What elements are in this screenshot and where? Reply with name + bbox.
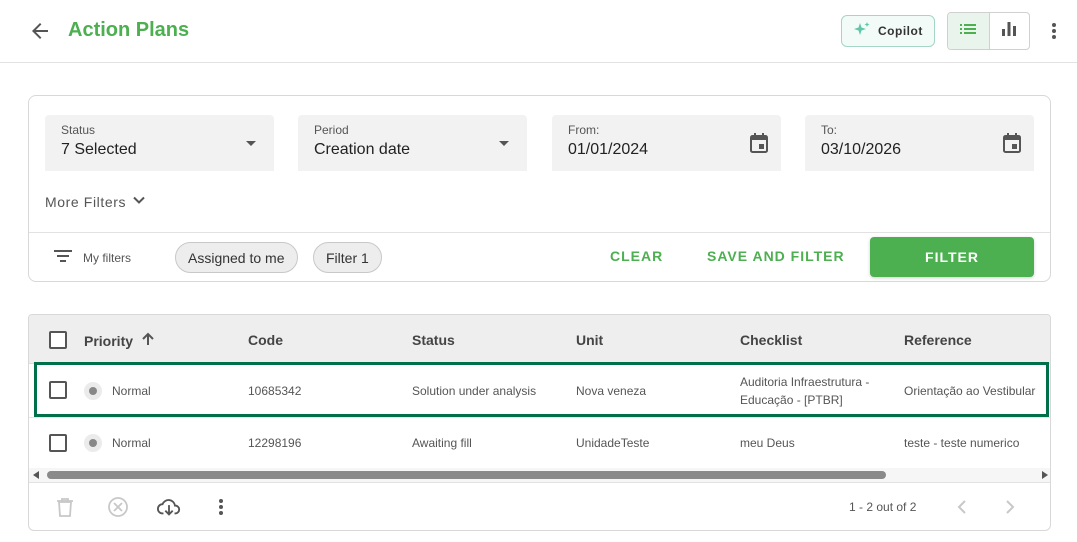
status-label: Status [61,123,96,137]
chip-filter-1[interactable]: Filter 1 [313,242,382,273]
cell-priority: Normal [112,384,151,398]
page-title: Action Plans [68,19,190,41]
cell-code: 10685342 [248,384,302,398]
dropdown-caret-icon [246,141,256,146]
cell-priority: Normal [112,436,151,450]
dropdown-caret-icon [499,141,509,146]
priority-dot-icon [84,382,102,400]
cell-unit: Nova veneza [576,384,647,398]
list-icon [958,19,978,44]
chevron-down-icon [132,193,146,210]
copilot-label: Copilot [878,24,923,38]
filter-button[interactable]: FILTER [870,237,1034,277]
calendar-icon[interactable] [1002,132,1022,159]
chevron-left-icon[interactable] [950,495,974,519]
period-select[interactable]: Period Creation date [298,115,527,171]
cell-checklist-line1: Auditoria Infraestrutura - [740,375,870,389]
to-date-field[interactable]: To: 03/10/2026 [805,115,1034,171]
chart-view-button[interactable] [988,13,1030,49]
status-select[interactable]: Status 7 Selected [45,115,274,171]
pagination-info: 1 - 2 out of 2 [849,500,917,514]
column-header-reference[interactable]: Reference [904,332,972,348]
status-value: 7 Selected [61,141,137,158]
cell-code: 12298196 [248,436,302,450]
bar-chart-icon [999,19,1019,44]
clear-button[interactable]: CLEAR [610,248,663,264]
column-header-code[interactable]: Code [248,332,283,348]
cell-checklist: meu Deus [740,436,795,450]
select-all-checkbox[interactable] [49,331,67,349]
table-row[interactable]: Normal 10685342 Solution under analysis … [29,364,1050,418]
scroll-right-arrow-icon[interactable] [1042,471,1048,479]
divider [29,232,1050,233]
sparkle-icon [852,20,872,43]
cell-reference: Orientação ao Vestibular [904,384,1036,398]
cell-checklist-line2: Educação - [PTBR] [740,393,843,407]
chevron-right-icon[interactable] [998,495,1022,519]
row-checkbox[interactable] [49,381,67,399]
table-header: Priority Code Status Unit Checklist Refe… [29,315,1050,364]
more-options-icon[interactable] [209,495,233,519]
delete-icon[interactable] [53,495,77,519]
action-plans-table: Priority Code Status Unit Checklist Refe… [28,314,1051,531]
cell-unit: UnidadeTeste [576,436,650,450]
from-value: 01/01/2024 [568,141,649,158]
column-label: Priority [84,332,134,349]
scroll-left-arrow-icon[interactable] [33,471,39,479]
copilot-button[interactable]: Copilot [841,15,935,47]
list-view-button[interactable] [948,13,989,49]
more-options-icon[interactable] [1044,19,1064,43]
save-and-filter-button[interactable]: SAVE AND FILTER [707,248,845,264]
to-value: 03/10/2026 [821,141,902,158]
view-toggle [947,12,1030,50]
row-checkbox[interactable] [49,434,67,452]
my-filters-label: My filters [83,250,131,265]
top-bar: Action Plans Copilot [0,0,1077,63]
cancel-circle-icon[interactable] [106,495,130,519]
scrollbar-thumb[interactable] [47,471,886,479]
cell-status: Solution under analysis [412,384,537,398]
cell-reference: teste - teste numerico [904,436,1020,450]
table-row[interactable]: Normal 12298196 Awaiting fill UnidadeTes… [29,418,1050,468]
to-label: To: [821,123,838,137]
my-filters-button[interactable]: My filters [53,248,131,267]
cell-status: Awaiting fill [412,436,472,450]
more-filters-toggle[interactable]: More Filters [45,193,146,210]
cloud-download-icon[interactable] [157,495,181,519]
table-footer: 1 - 2 out of 2 [29,482,1050,530]
from-label: From: [568,123,600,137]
column-header-priority[interactable]: Priority [84,332,155,349]
back-arrow-icon[interactable] [28,19,52,43]
calendar-icon[interactable] [749,132,769,159]
period-value: Creation date [314,141,411,158]
filter-list-icon [53,248,73,267]
from-date-field[interactable]: From: 01/01/2024 [552,115,781,171]
column-header-checklist[interactable]: Checklist [740,332,802,348]
column-header-unit[interactable]: Unit [576,332,603,348]
horizontal-scrollbar[interactable] [29,468,1050,482]
chip-assigned-to-me[interactable]: Assigned to me [175,242,298,273]
more-filters-label: More Filters [45,193,127,210]
period-label: Period [314,123,349,137]
filter-panel: Status 7 Selected Period Creation date F… [28,95,1051,282]
arrow-up-icon [141,332,155,349]
priority-dot-icon [84,434,102,452]
column-header-status[interactable]: Status [412,332,455,348]
